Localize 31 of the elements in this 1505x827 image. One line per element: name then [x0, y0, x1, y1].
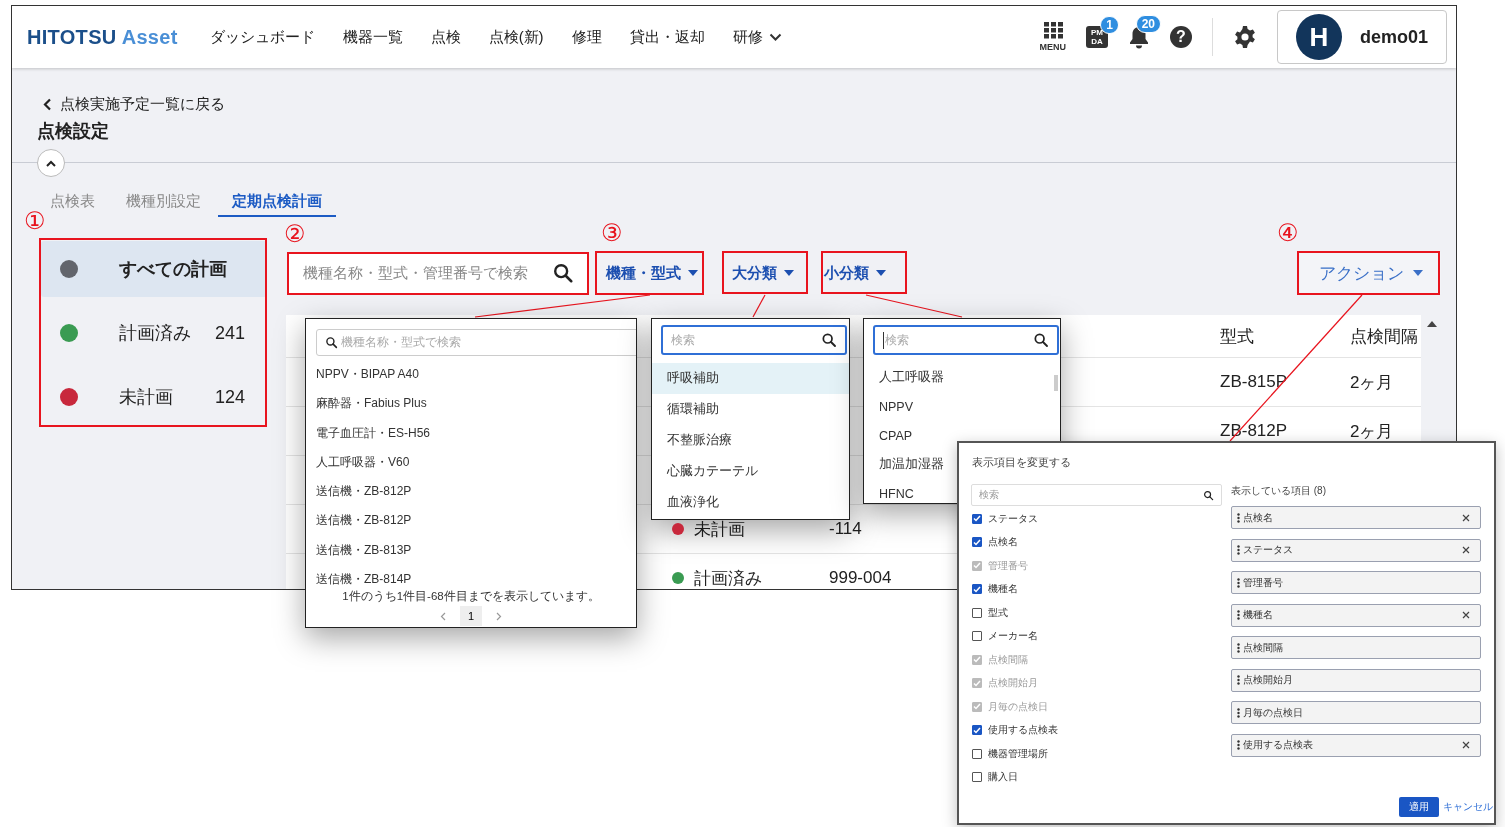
checkbox-label: 点検間隔 [988, 652, 1028, 667]
notification-badge: 20 [1135, 15, 1161, 33]
checkbox-label: 型式 [988, 605, 1008, 620]
checkbox-label: 機種名 [988, 582, 1018, 597]
checkbox-label: 購入日 [988, 770, 1018, 785]
table-cell-text: 未計画 [694, 518, 745, 541]
column-header: 点検間隔 [1350, 325, 1419, 348]
table-cell-text: 計画済み [694, 567, 762, 589]
result-summary: 1件のうち1件目-68件目までを表示しています。 [341, 589, 601, 605]
checkbox-label: 機器管理場所 [988, 746, 1048, 761]
checkbox-label: メーカー名 [988, 629, 1038, 644]
table-cell: 2ヶ月 [1350, 372, 1394, 392]
section-heading: 表示している項目 (8) [1231, 484, 1326, 498]
callout-number: ① [24, 208, 46, 234]
checkbox-label: ステータス [988, 511, 1038, 526]
checkbox-label: 点検開始月 [988, 676, 1038, 691]
table-cell: ZB-815P [1220, 372, 1288, 391]
page-title: 点検設定 [37, 120, 110, 142]
table-cell: 999-004 [829, 568, 892, 587]
checkbox-label: 使用する点検表 [988, 723, 1058, 738]
table-cell: 2ヶ月 [1350, 421, 1394, 441]
table-cell: -114 [829, 519, 862, 538]
column-header: 型式 [1220, 325, 1255, 348]
callout-number: ② [284, 221, 306, 247]
dialog-title: 表示項目を変更する [972, 455, 1071, 470]
checkbox-label: 管理番号 [988, 558, 1028, 573]
user-avatar: H [1296, 14, 1342, 60]
checkbox-label: 月毎の点検日 [988, 699, 1048, 714]
callout-number: ④ [1277, 220, 1299, 246]
callout-number: ③ [601, 220, 623, 246]
checkbox-label: 点検名 [988, 535, 1018, 550]
